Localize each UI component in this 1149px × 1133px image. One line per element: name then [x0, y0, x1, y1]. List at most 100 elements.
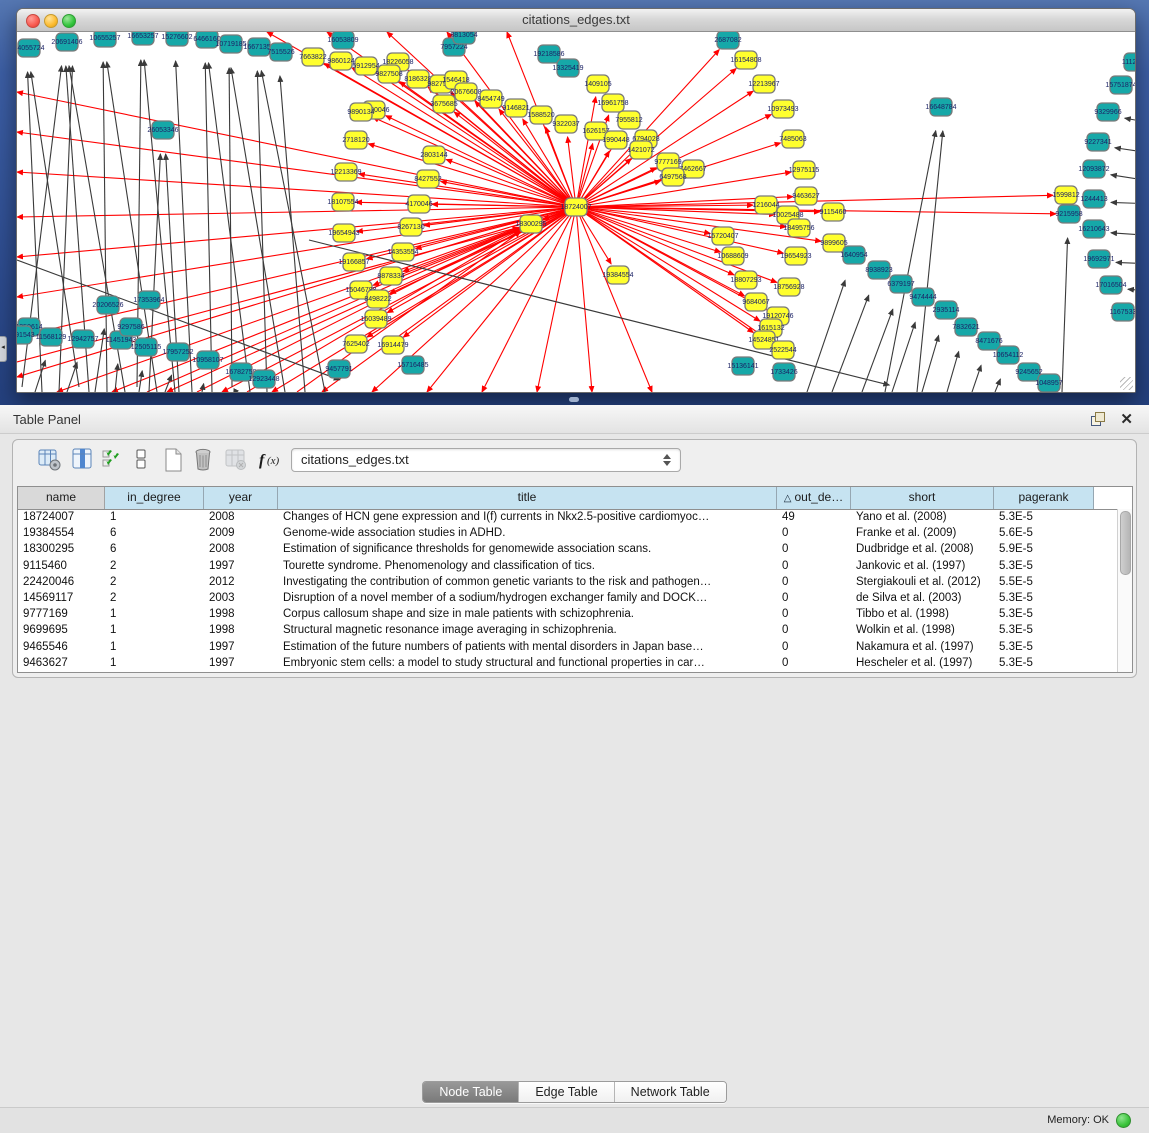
graph-node[interactable]: 15136141: [727, 357, 758, 375]
graph-node[interactable]: 18107554: [327, 193, 358, 211]
graph-node[interactable]: 7663822: [299, 48, 326, 66]
graph-node[interactable]: 20206526: [92, 296, 123, 314]
graph-node[interactable]: 15716485: [397, 356, 428, 374]
column-header-name[interactable]: name: [18, 487, 105, 509]
graph-node[interactable]: 16039489: [360, 310, 391, 328]
graph-node[interactable]: 19692971: [1083, 250, 1114, 268]
graph-node[interactable]: 16914479: [377, 336, 408, 354]
graph-node[interactable]: 16961758: [597, 94, 628, 112]
graph-node[interactable]: 17353964: [133, 291, 164, 309]
table-row[interactable]: 1872400712008Changes of HCN gene express…: [18, 510, 1132, 526]
graph-node[interactable]: 1409105: [584, 75, 611, 93]
graph-node[interactable]: 26053346: [147, 121, 178, 139]
graph-node[interactable]: 8427552: [414, 170, 441, 188]
graph-node[interactable]: 12975115: [789, 161, 820, 179]
delete-icon[interactable]: [191, 447, 217, 475]
graph-node[interactable]: 1421072: [627, 141, 654, 159]
clear-selection-icon[interactable]: [129, 447, 155, 475]
graph-node[interactable]: 24055724: [17, 39, 45, 57]
graph-node[interactable]: 10973493: [767, 100, 798, 118]
new-column-icon[interactable]: [161, 447, 187, 475]
graph-node[interactable]: 18756928: [773, 278, 804, 296]
table-row[interactable]: 977716911998Corpus callosum shape and si…: [18, 607, 1132, 623]
table-vertical-scrollbar[interactable]: [1117, 509, 1132, 672]
west-panel-expand-handle[interactable]: ◂: [0, 336, 7, 362]
graph-node[interactable]: 9684067: [742, 293, 769, 311]
graph-node[interactable]: 8938923: [865, 261, 892, 279]
graph-node[interactable]: 12213369: [330, 163, 361, 181]
column-header-pagerank[interactable]: pagerank: [994, 487, 1094, 509]
graph-node[interactable]: 10719185: [215, 35, 246, 53]
window-titlebar[interactable]: citations_edges.txt: [17, 9, 1135, 32]
graph-node[interactable]: 16053809: [327, 32, 358, 49]
graph-node[interactable]: 18300295: [515, 215, 546, 233]
scrollbar-thumb[interactable]: [1120, 511, 1131, 575]
graph-node[interactable]: 19384554: [602, 266, 633, 284]
graph-node[interactable]: 18724007: [560, 198, 591, 216]
graph-node[interactable]: 12213967: [748, 75, 779, 93]
graph-node[interactable]: 7485063: [779, 130, 806, 148]
graph-node[interactable]: 9890134: [347, 103, 374, 121]
close-panel-icon[interactable]: ✕: [1120, 410, 1133, 428]
graph-node[interactable]: 1640954: [840, 246, 867, 264]
graph-node[interactable]: 8878334: [377, 267, 404, 285]
graph-node[interactable]: 16154808: [730, 51, 761, 69]
table-row[interactable]: 911546021997Tourette syndrome. Phenomeno…: [18, 559, 1132, 575]
graph-node[interactable]: 8813054: [450, 32, 477, 44]
tab-edge-table[interactable]: Edge Table: [519, 1082, 614, 1102]
graph-node[interactable]: 9115460: [820, 203, 847, 221]
graph-node[interactable]: 2718120: [342, 131, 369, 149]
graph-node[interactable]: 9474444: [909, 288, 936, 306]
graph-node[interactable]: 9297586: [117, 318, 144, 336]
graph-node[interactable]: 1048957: [1035, 374, 1062, 392]
graph-node[interactable]: 9322037: [552, 115, 579, 133]
network-canvas[interactable]: 2405572420691406106552571665325715276602…: [17, 32, 1135, 392]
graph-node[interactable]: 17957252: [162, 343, 193, 361]
graph-node[interactable]: 9463627: [792, 187, 819, 205]
graph-node[interactable]: 10654112: [993, 346, 1024, 364]
graph-node[interactable]: 1391543: [17, 326, 35, 344]
graph-node[interactable]: 19654923: [780, 247, 811, 265]
graph-node[interactable]: 16653257: [127, 32, 158, 45]
panel-splitter-handle[interactable]: [569, 397, 579, 402]
column-header-year[interactable]: year: [204, 487, 278, 509]
graph-node[interactable]: 20691406: [51, 33, 82, 51]
graph-node[interactable]: 9215958: [1055, 205, 1082, 223]
graph-node[interactable]: 7515526: [267, 43, 294, 61]
graph-node[interactable]: 2522544: [769, 341, 796, 359]
graph-node[interactable]: 1990448: [602, 131, 629, 149]
graph-node[interactable]: 1733426: [770, 363, 797, 381]
graph-node[interactable]: 1588520: [527, 106, 554, 124]
table-row[interactable]: 1456911722003Disruption of a novel membe…: [18, 591, 1132, 607]
graph-node[interactable]: 19166857: [338, 253, 369, 271]
graph-node[interactable]: 10655257: [89, 32, 120, 47]
graph-node[interactable]: 18807293: [730, 271, 761, 289]
graph-node[interactable]: 3675685: [430, 95, 457, 113]
graph-node[interactable]: 1244413: [1080, 190, 1107, 208]
graph-node[interactable]: 7955812: [615, 111, 642, 129]
graph-node[interactable]: 9329966: [1094, 103, 1121, 121]
graph-node[interactable]: 7832621: [952, 318, 979, 336]
graph-node[interactable]: 10958107: [192, 351, 223, 369]
graph-node[interactable]: 12942757: [67, 330, 98, 348]
graph-node[interactable]: 15751874: [1105, 76, 1135, 94]
table-row[interactable]: 946362711997Embryonic stem cells: a mode…: [18, 656, 1132, 672]
function-builder-icon[interactable]: f(x): [257, 447, 283, 475]
graph-node[interactable]: 9227341: [1084, 133, 1111, 151]
import-table-icon[interactable]: [223, 447, 249, 475]
graph-node[interactable]: 2803144: [420, 146, 447, 164]
graph-node[interactable]: 8267130: [397, 218, 424, 236]
graph-node[interactable]: 12093872: [1078, 160, 1109, 178]
graph-node[interactable]: 14353554: [387, 243, 418, 261]
table-source-select[interactable]: citations_edges.txt: [291, 448, 681, 472]
graph-node[interactable]: 15720407: [707, 227, 738, 245]
graph-node[interactable]: 1167533: [1110, 303, 1135, 321]
graph-node[interactable]: 12505115: [131, 338, 162, 356]
graph-node[interactable]: 8498222: [364, 290, 391, 308]
graph-node[interactable]: 17016504: [1095, 276, 1126, 294]
graph-node[interactable]: 16648784: [925, 98, 956, 116]
table-settings-icon[interactable]: [37, 447, 63, 475]
graph-node[interactable]: 13325419: [552, 59, 583, 77]
graph-node[interactable]: 6379197: [887, 275, 914, 293]
select-all-icon[interactable]: [100, 447, 126, 475]
